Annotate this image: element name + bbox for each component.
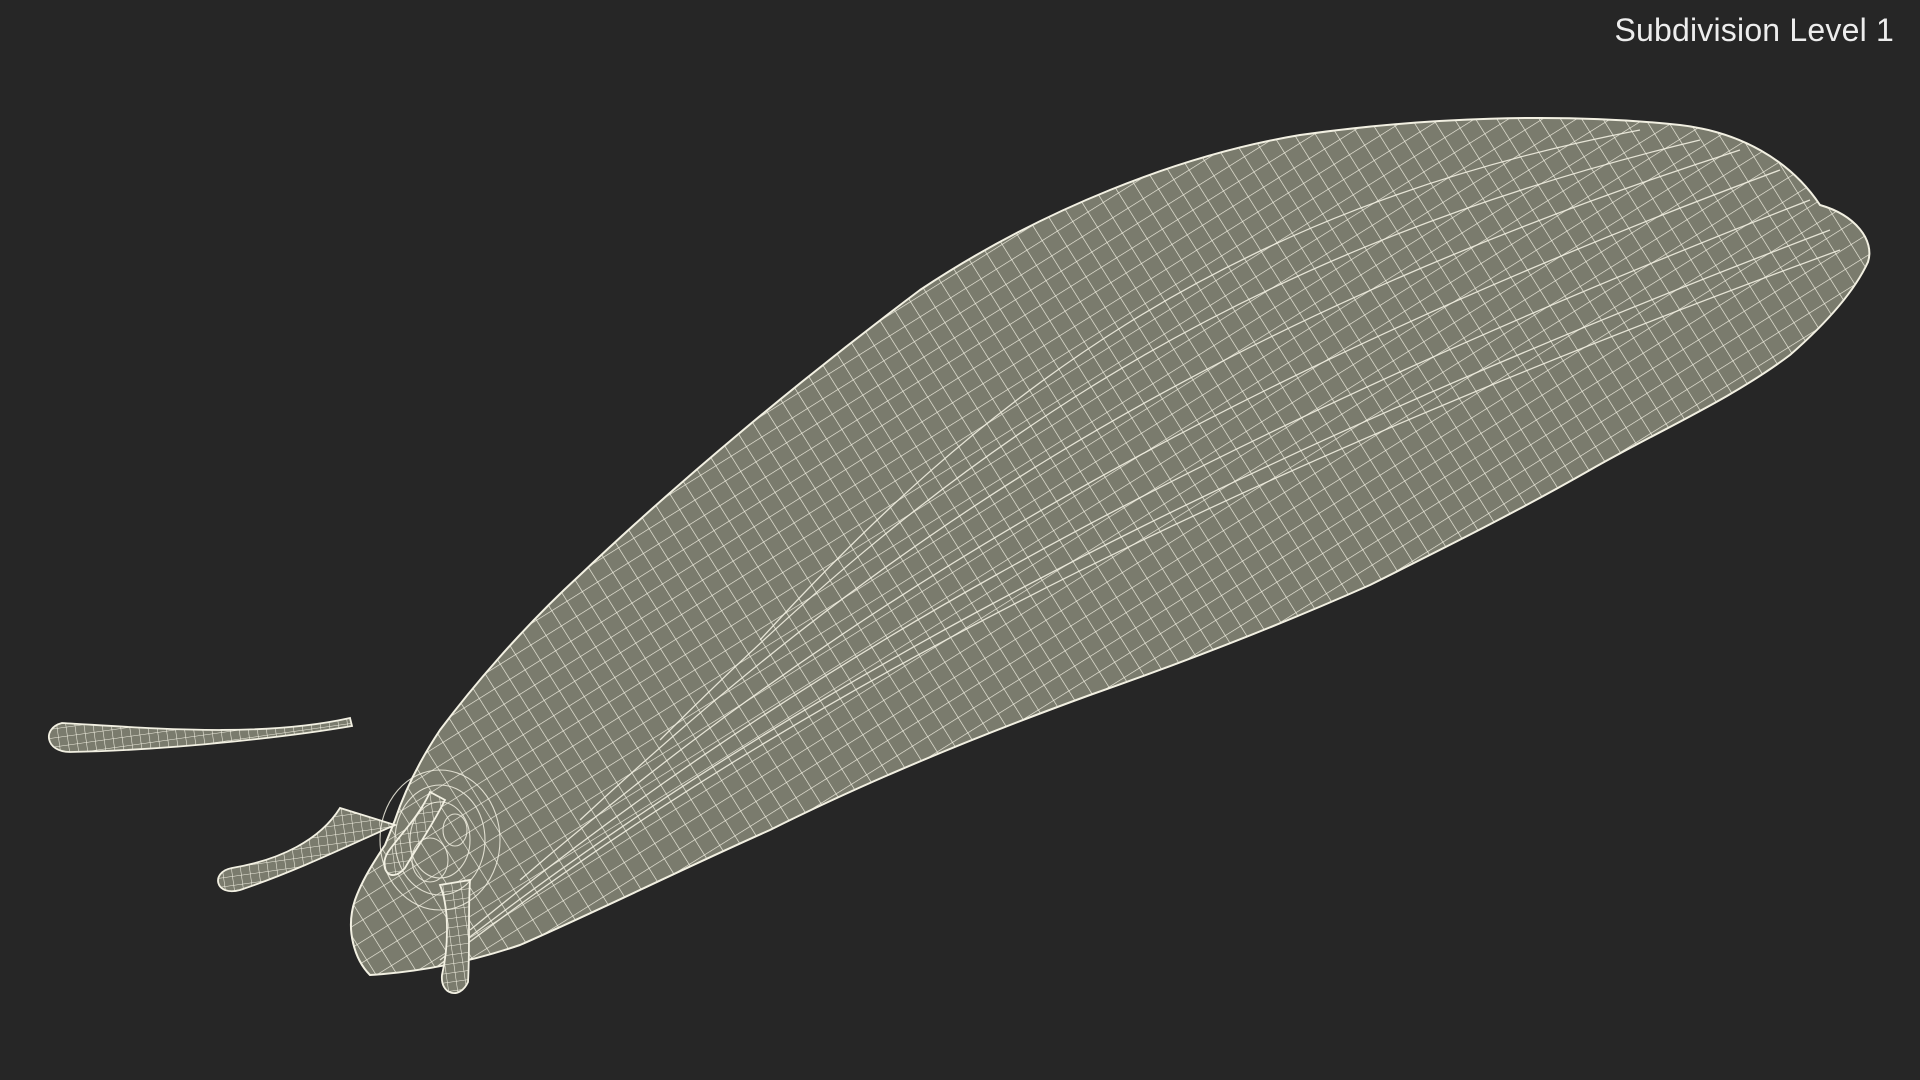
slug-body xyxy=(349,116,1871,976)
slug-wireframe-render xyxy=(47,116,1871,995)
render-viewport: Subdivision Level 1 xyxy=(0,0,1920,1080)
slug-upper-left-tentacle xyxy=(47,717,353,753)
